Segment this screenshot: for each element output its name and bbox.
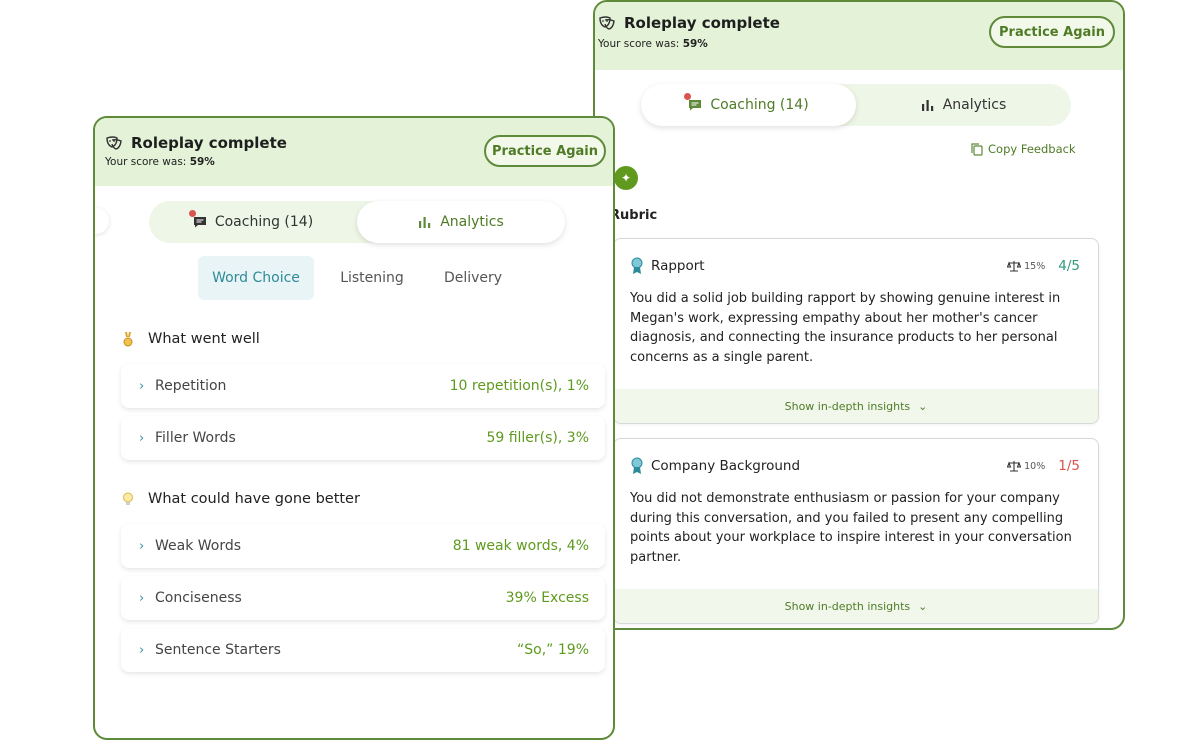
award-ribbon-icon bbox=[631, 457, 643, 474]
metric-row-weak-words[interactable]: › Weak Words 81 weak words, 4% bbox=[121, 524, 605, 568]
rubric-score: 1/5 bbox=[1058, 458, 1080, 474]
tab-coaching[interactable]: Coaching (14) bbox=[149, 201, 357, 243]
chevron-right-icon: › bbox=[139, 430, 145, 446]
rubric-card-company-background: Company Background 10% 1/5 You did not d… bbox=[613, 438, 1099, 624]
went-well-title: What went well bbox=[148, 331, 260, 347]
practice-again-button[interactable]: Practice Again bbox=[989, 16, 1115, 48]
bar-chart-icon bbox=[419, 217, 431, 228]
metric-label: Weak Words bbox=[155, 538, 242, 554]
analytics-panel: Roleplay complete Your score was: 59% Pr… bbox=[93, 116, 615, 740]
metric-row-filler-words[interactable]: › Filler Words 59 filler(s), 3% bbox=[121, 416, 605, 460]
tab-analytics[interactable]: Analytics bbox=[357, 201, 565, 243]
metric-row-repetition[interactable]: › Repetition 10 repetition(s), 1% bbox=[121, 364, 605, 408]
notification-dot bbox=[188, 210, 196, 217]
tab-coaching[interactable]: Coaching (14) bbox=[641, 84, 856, 126]
title-text: Roleplay complete bbox=[624, 14, 780, 32]
chevron-down-icon: ⌄ bbox=[918, 399, 928, 413]
panel-title: Roleplay complete bbox=[598, 14, 780, 32]
metric-label: Sentence Starters bbox=[155, 642, 281, 658]
show-insights-label: Show in-depth insights bbox=[784, 399, 911, 413]
subtab-word-choice[interactable]: Word Choice bbox=[198, 256, 314, 300]
metric-value: 59 filler(s), 3% bbox=[486, 430, 589, 446]
metric-row-sentence-starters[interactable]: › Sentence Starters “So,” 19% bbox=[121, 628, 605, 672]
metric-label: Repetition bbox=[155, 378, 227, 394]
lightbulb-icon bbox=[123, 492, 133, 505]
metric-value: 10 repetition(s), 1% bbox=[449, 378, 589, 394]
theater-masks-icon bbox=[106, 136, 122, 150]
award-ribbon-icon bbox=[631, 257, 643, 274]
rubric-weight: 10% bbox=[1007, 460, 1045, 472]
chevron-right-icon: › bbox=[139, 378, 145, 394]
rubric-name: Company Background bbox=[651, 458, 801, 474]
rubric-card-header: Company Background 10% 1/5 bbox=[630, 457, 1080, 475]
medal-icon bbox=[123, 331, 133, 346]
subtab-listening[interactable]: Listening bbox=[329, 256, 415, 300]
metric-label: Filler Words bbox=[155, 430, 236, 446]
show-insights-button[interactable]: Show in-depth insights ⌄ bbox=[614, 389, 1098, 423]
chevron-right-icon: › bbox=[139, 538, 145, 554]
view-tabs: Coaching (14) Analytics bbox=[641, 84, 1071, 126]
rubric-weight: 15% bbox=[1007, 260, 1045, 272]
tab-analytics-label: Analytics bbox=[440, 214, 504, 230]
title-text: Roleplay complete bbox=[131, 134, 287, 152]
metric-row-conciseness[interactable]: › Conciseness 39% Excess bbox=[121, 576, 605, 620]
metric-value: 81 weak words, 4% bbox=[452, 538, 589, 554]
went-well-heading: What went well bbox=[122, 331, 260, 347]
tab-analytics[interactable]: Analytics bbox=[856, 84, 1071, 126]
copy-icon bbox=[971, 142, 983, 156]
chevron-down-icon: ⌄ bbox=[918, 599, 928, 613]
panel-header: Roleplay complete Your score was: 59% Pr… bbox=[595, 2, 1123, 70]
metric-label: Conciseness bbox=[155, 590, 242, 606]
rubric-feedback-text: You did not demonstrate enthusiasm or pa… bbox=[630, 491, 1072, 565]
rubric-feedback-text: You did a solid job building rapport by … bbox=[630, 291, 1061, 365]
metric-value: “So,” 19% bbox=[517, 642, 589, 658]
bar-chart-icon bbox=[921, 100, 933, 111]
scroll-edge-indicator bbox=[95, 208, 109, 234]
rubric-card-rapport: Rapport 15% 4/5 You did a solid job buil… bbox=[613, 238, 1099, 424]
tab-coaching-label: Coaching (14) bbox=[214, 214, 314, 230]
copy-feedback-button[interactable]: Copy Feedback bbox=[971, 142, 1076, 156]
subtab-delivery[interactable]: Delivery bbox=[431, 256, 515, 300]
tab-coaching-label: Coaching (14) bbox=[710, 97, 809, 113]
panel-title: Roleplay complete bbox=[105, 134, 287, 152]
panel-header: Roleplay complete Your score was: 59% Pr… bbox=[95, 118, 613, 186]
rubric-heading: Rubric bbox=[610, 208, 658, 223]
could-be-better-heading: What could have gone better bbox=[122, 491, 360, 507]
theater-masks-icon bbox=[599, 16, 615, 30]
coaching-panel: Roleplay complete Your score was: 59% Pr… bbox=[593, 0, 1125, 630]
score-value: 59% bbox=[189, 156, 215, 168]
show-insights-label: Show in-depth insights bbox=[784, 599, 911, 613]
ai-sparkle-icon[interactable]: ✦ bbox=[614, 166, 638, 190]
view-tabs: Coaching (14) Analytics bbox=[149, 201, 565, 243]
score-text: Your score was: 59% bbox=[105, 156, 215, 168]
scale-icon bbox=[1007, 461, 1022, 472]
scale-icon bbox=[1007, 261, 1022, 272]
could-be-better-title: What could have gone better bbox=[148, 491, 360, 507]
chevron-right-icon: › bbox=[139, 642, 145, 658]
practice-again-button[interactable]: Practice Again bbox=[484, 135, 606, 167]
rubric-card-header: Rapport 15% 4/5 bbox=[630, 257, 1080, 275]
rubric-score: 4/5 bbox=[1058, 258, 1080, 274]
score-value: 59% bbox=[682, 38, 708, 50]
chat-bubble-icon bbox=[188, 210, 207, 228]
chat-bubble-icon bbox=[684, 93, 702, 111]
metric-value: 39% Excess bbox=[505, 590, 589, 606]
tab-analytics-label: Analytics bbox=[942, 97, 1007, 113]
copy-feedback-label: Copy Feedback bbox=[988, 142, 1076, 156]
score-text: Your score was: 59% bbox=[598, 38, 708, 50]
chevron-right-icon: › bbox=[139, 590, 145, 606]
rubric-name: Rapport bbox=[651, 258, 705, 274]
show-insights-button[interactable]: Show in-depth insights ⌄ bbox=[614, 589, 1098, 623]
